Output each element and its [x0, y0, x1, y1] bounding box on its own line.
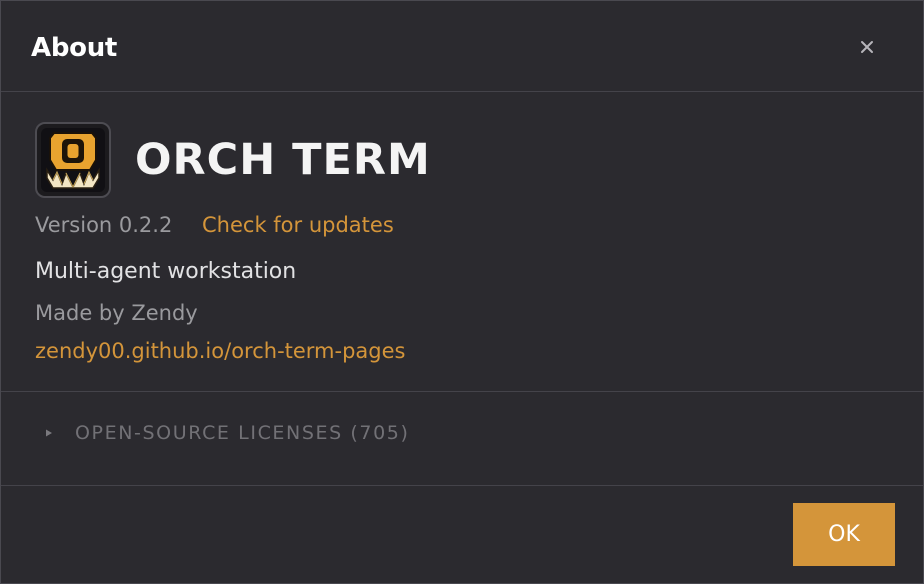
about-content: ORCH TERM Version 0.2.2 Check for update… [1, 92, 923, 392]
app-author: Made by Zendy [35, 301, 198, 325]
dialog-header: About [1, 1, 923, 92]
orch-term-logo-icon [35, 122, 111, 198]
ok-button[interactable]: OK [793, 503, 895, 566]
check-updates-link[interactable]: Check for updates [202, 210, 394, 240]
dialog-title: About [31, 33, 118, 63]
about-dialog: About ORCH TERM Version 0.2.2 Check for … [0, 0, 924, 584]
app-name: ORCH TERM [135, 135, 431, 185]
licenses-label: OPEN-SOURCE LICENSES (705) [75, 422, 410, 444]
licenses-section: OPEN-SOURCE LICENSES (705) [1, 392, 923, 486]
app-version: Version 0.2.2 [35, 213, 173, 237]
app-logo [35, 122, 111, 198]
licenses-toggle[interactable]: OPEN-SOURCE LICENSES (705) [43, 418, 410, 448]
close-button[interactable] [853, 33, 881, 61]
caret-right-icon [43, 427, 55, 439]
website-link[interactable]: zendy00.github.io/orch-term-pages [35, 336, 405, 366]
close-icon [861, 41, 873, 53]
dialog-footer: OK [1, 486, 923, 583]
app-tagline: Multi-agent workstation [35, 259, 297, 284]
